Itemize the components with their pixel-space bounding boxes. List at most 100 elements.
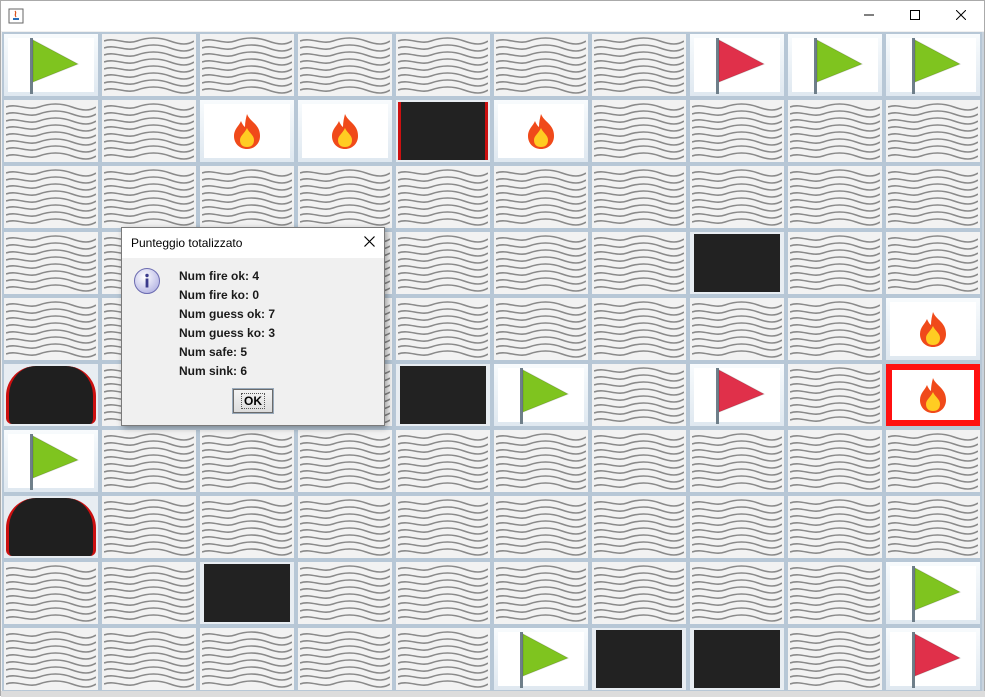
board-cell[interactable] xyxy=(2,230,100,296)
board-cell[interactable] xyxy=(394,32,492,98)
board-cell[interactable] xyxy=(198,560,296,626)
board-cell[interactable] xyxy=(394,560,492,626)
board-cell[interactable] xyxy=(590,32,688,98)
board-cell[interactable] xyxy=(2,32,100,98)
maximize-button[interactable] xyxy=(892,1,938,31)
board-cell[interactable] xyxy=(492,428,590,494)
board-cell[interactable] xyxy=(492,164,590,230)
board-cell[interactable] xyxy=(786,98,884,164)
ok-button-label: OK xyxy=(241,393,265,409)
board-cell[interactable] xyxy=(394,428,492,494)
board-cell[interactable] xyxy=(394,626,492,692)
board-cell[interactable] xyxy=(492,494,590,560)
board-cell[interactable] xyxy=(394,362,492,428)
board-cell[interactable] xyxy=(786,560,884,626)
board-cell[interactable] xyxy=(688,98,786,164)
board-cell[interactable] xyxy=(786,296,884,362)
board-cell[interactable] xyxy=(296,428,394,494)
fire-icon xyxy=(200,100,294,162)
close-window-button[interactable] xyxy=(938,1,984,31)
board-cell[interactable] xyxy=(198,98,296,164)
board-cell[interactable] xyxy=(884,626,982,692)
board-cell[interactable] xyxy=(394,164,492,230)
board-cell[interactable] xyxy=(786,32,884,98)
board-cell[interactable] xyxy=(2,626,100,692)
board-cell[interactable] xyxy=(198,626,296,692)
dialog-close-button[interactable] xyxy=(354,228,384,258)
board-cell[interactable] xyxy=(394,494,492,560)
board-cell[interactable] xyxy=(198,164,296,230)
board-cell[interactable] xyxy=(688,560,786,626)
board-cell[interactable] xyxy=(2,362,100,428)
board-cell[interactable] xyxy=(492,32,590,98)
board-cell[interactable] xyxy=(590,560,688,626)
board-cell[interactable] xyxy=(688,362,786,428)
board-cell[interactable] xyxy=(2,164,100,230)
board-cell[interactable] xyxy=(2,428,100,494)
board-cell[interactable] xyxy=(100,164,198,230)
board-cell[interactable] xyxy=(884,560,982,626)
board-cell[interactable] xyxy=(590,428,688,494)
board-cell[interactable] xyxy=(884,494,982,560)
board-cell[interactable] xyxy=(2,98,100,164)
board-cell[interactable] xyxy=(688,626,786,692)
board-cell[interactable] xyxy=(590,98,688,164)
board-cell[interactable] xyxy=(100,98,198,164)
board-cell[interactable] xyxy=(198,32,296,98)
board-cell[interactable] xyxy=(296,98,394,164)
board-cell[interactable] xyxy=(2,494,100,560)
board-cell[interactable] xyxy=(296,626,394,692)
board-cell[interactable] xyxy=(492,98,590,164)
board-cell[interactable] xyxy=(492,230,590,296)
board-cell[interactable] xyxy=(2,296,100,362)
board-cell[interactable] xyxy=(296,560,394,626)
board-cell[interactable] xyxy=(884,230,982,296)
board-cell[interactable] xyxy=(394,230,492,296)
board-cell[interactable] xyxy=(688,32,786,98)
board-cell[interactable] xyxy=(198,428,296,494)
board-cell[interactable] xyxy=(492,626,590,692)
minimize-button[interactable] xyxy=(846,1,892,31)
dialog-title-bar[interactable]: Punteggio totalizzato xyxy=(122,228,384,258)
board-cell[interactable] xyxy=(394,296,492,362)
board-cell[interactable] xyxy=(786,362,884,428)
board-cell[interactable] xyxy=(492,362,590,428)
board-cell[interactable] xyxy=(590,164,688,230)
board-cell[interactable] xyxy=(394,98,492,164)
board-cell[interactable] xyxy=(786,164,884,230)
board-cell[interactable] xyxy=(884,428,982,494)
board-cell[interactable] xyxy=(296,32,394,98)
board-cell[interactable] xyxy=(688,164,786,230)
board-cell[interactable] xyxy=(884,296,982,362)
board-cell[interactable] xyxy=(590,626,688,692)
board-cell[interactable] xyxy=(492,560,590,626)
board-cell[interactable] xyxy=(100,626,198,692)
title-bar[interactable] xyxy=(1,1,984,31)
board-cell[interactable] xyxy=(2,560,100,626)
board-cell[interactable] xyxy=(786,230,884,296)
board-cell[interactable] xyxy=(688,230,786,296)
board-cell[interactable] xyxy=(786,494,884,560)
board-cell[interactable] xyxy=(590,362,688,428)
board-cell[interactable] xyxy=(884,32,982,98)
board-cell[interactable] xyxy=(688,494,786,560)
board-cell[interactable] xyxy=(590,230,688,296)
board-cell[interactable] xyxy=(786,428,884,494)
board-cell[interactable] xyxy=(884,362,982,428)
board-cell[interactable] xyxy=(492,296,590,362)
board-cell[interactable] xyxy=(884,98,982,164)
board-cell[interactable] xyxy=(296,494,394,560)
board-cell[interactable] xyxy=(786,626,884,692)
board-cell[interactable] xyxy=(100,560,198,626)
board-cell[interactable] xyxy=(100,428,198,494)
board-cell[interactable] xyxy=(688,428,786,494)
board-cell[interactable] xyxy=(884,164,982,230)
board-cell[interactable] xyxy=(198,494,296,560)
board-cell[interactable] xyxy=(590,494,688,560)
board-cell[interactable] xyxy=(100,494,198,560)
board-cell[interactable] xyxy=(688,296,786,362)
board-cell[interactable] xyxy=(100,32,198,98)
board-cell[interactable] xyxy=(296,164,394,230)
ok-button[interactable]: OK xyxy=(232,388,274,414)
board-cell[interactable] xyxy=(590,296,688,362)
